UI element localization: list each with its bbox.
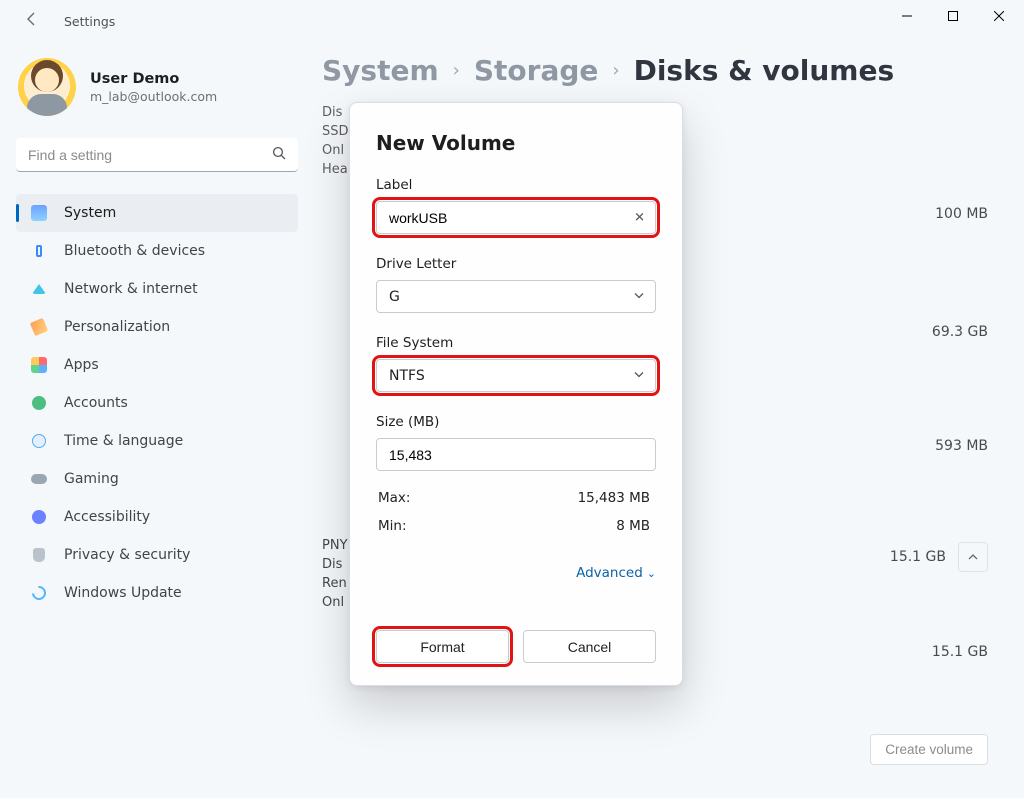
sidebar-item-label: Bluetooth & devices — [64, 243, 205, 259]
chevron-down-icon — [633, 368, 645, 383]
bg-text: PNY — [322, 536, 348, 555]
sidebar-item-label: System — [64, 205, 116, 221]
sidebar-item-personalization[interactable]: Personalization — [16, 308, 298, 346]
sidebar-item-label: Accounts — [64, 395, 128, 411]
accounts-icon — [30, 396, 48, 410]
sidebar-item-label: Personalization — [64, 319, 170, 335]
drive-letter-value: G — [389, 289, 400, 305]
sidebar-item-label: Windows Update — [64, 585, 182, 601]
breadcrumb: System › Storage › Disks & volumes — [322, 54, 988, 87]
chevron-up-icon[interactable] — [958, 542, 988, 572]
apps-icon — [30, 357, 48, 373]
sidebar: User Demo m_lab@outlook.com System Bluet… — [0, 42, 310, 798]
system-icon — [30, 205, 48, 221]
sidebar-item-network[interactable]: Network & internet — [16, 270, 298, 308]
drive-letter-select[interactable]: G — [376, 280, 656, 313]
avatar — [18, 58, 76, 116]
filesystem-select[interactable]: NTFS — [376, 359, 656, 392]
clear-icon[interactable]: ✕ — [634, 210, 645, 225]
bg-text: Onl — [322, 593, 348, 612]
dialog-title: New Volume — [376, 131, 656, 155]
sidebar-item-system[interactable]: System — [16, 194, 298, 232]
sidebar-item-time[interactable]: Time & language — [16, 422, 298, 460]
filesystem-value: NTFS — [389, 368, 425, 384]
bluetooth-icon — [30, 245, 48, 257]
label-input[interactable] — [389, 210, 621, 226]
window-controls — [884, 10, 1022, 32]
gamepad-icon — [30, 474, 48, 484]
user-block[interactable]: User Demo m_lab@outlook.com — [18, 58, 298, 116]
sidebar-item-accounts[interactable]: Accounts — [16, 384, 298, 422]
search-wrap — [16, 138, 298, 172]
new-volume-dialog: New Volume Label ✕ Drive Letter G File S… — [349, 102, 683, 686]
sidebar-item-label: Network & internet — [64, 281, 198, 297]
window-maximize[interactable] — [930, 0, 976, 32]
window-close[interactable] — [976, 0, 1022, 32]
bg-text: Dis — [322, 555, 348, 574]
advanced-toggle[interactable]: Advanced ⌄ — [376, 565, 656, 581]
crumb-current: Disks & volumes — [634, 54, 895, 87]
cancel-button[interactable]: Cancel — [523, 630, 656, 663]
max-caption: Max: — [378, 485, 494, 511]
sidebar-item-gaming[interactable]: Gaming — [16, 460, 298, 498]
crumb-system[interactable]: System — [322, 54, 439, 87]
volume-size: 593 MB — [935, 438, 988, 454]
sidebar-item-privacy[interactable]: Privacy & security — [16, 536, 298, 574]
size-input-wrap — [376, 438, 656, 471]
chevron-down-icon — [633, 289, 645, 304]
search-input[interactable] — [16, 138, 298, 172]
size-caption: Size (MB) — [376, 414, 656, 430]
bg-text: Ren — [322, 574, 348, 593]
wifi-icon — [30, 284, 48, 294]
window-minimize[interactable] — [884, 0, 930, 32]
volume-size: 69.3 GB — [932, 324, 988, 340]
format-button[interactable]: Format — [376, 630, 509, 663]
sidebar-item-apps[interactable]: Apps — [16, 346, 298, 384]
disk-size: 15.1 GB — [890, 549, 946, 565]
sidebar-item-accessibility[interactable]: Accessibility — [16, 498, 298, 536]
clock-icon — [30, 434, 48, 448]
user-name: User Demo — [90, 71, 217, 87]
user-email: m_lab@outlook.com — [90, 89, 217, 104]
create-volume-button[interactable]: Create volume — [870, 734, 988, 765]
volume-size: 100 MB — [935, 206, 988, 222]
sidebar-item-label: Apps — [64, 357, 99, 373]
advanced-label: Advanced — [576, 565, 643, 581]
brush-icon — [30, 320, 48, 334]
max-value: 15,483 MB — [496, 485, 654, 511]
min-value: 8 MB — [496, 513, 654, 539]
sidebar-item-update[interactable]: Windows Update — [16, 574, 298, 612]
update-icon — [30, 586, 48, 600]
sidebar-item-label: Gaming — [64, 471, 119, 487]
filesystem-caption: File System — [376, 335, 656, 351]
volume-size: 15.1 GB — [932, 644, 988, 660]
sidebar-item-bluetooth[interactable]: Bluetooth & devices — [16, 232, 298, 270]
chevron-right-icon: › — [453, 60, 460, 81]
sidebar-item-label: Privacy & security — [64, 547, 190, 563]
label-input-wrap: ✕ — [376, 201, 656, 234]
sidebar-item-label: Accessibility — [64, 509, 150, 525]
chevron-down-icon: ⌄ — [647, 567, 656, 580]
sidebar-item-label: Time & language — [64, 433, 183, 449]
min-caption: Min: — [378, 513, 494, 539]
label-caption: Label — [376, 177, 656, 193]
disk-info-partial: PNY Dis Ren Onl — [322, 536, 348, 612]
size-limits: Max:15,483 MB Min:8 MB — [376, 483, 656, 541]
search-icon — [272, 146, 286, 164]
titlebar: Settings — [0, 0, 1024, 42]
drive-letter-caption: Drive Letter — [376, 256, 656, 272]
app-title: Settings — [64, 14, 115, 29]
chevron-right-icon: › — [612, 60, 619, 81]
crumb-storage[interactable]: Storage — [474, 54, 599, 87]
accessibility-icon — [30, 510, 48, 524]
shield-icon — [30, 548, 48, 562]
size-input[interactable] — [389, 447, 621, 463]
back-button[interactable] — [18, 7, 46, 36]
nav: System Bluetooth & devices Network & int… — [16, 194, 298, 612]
